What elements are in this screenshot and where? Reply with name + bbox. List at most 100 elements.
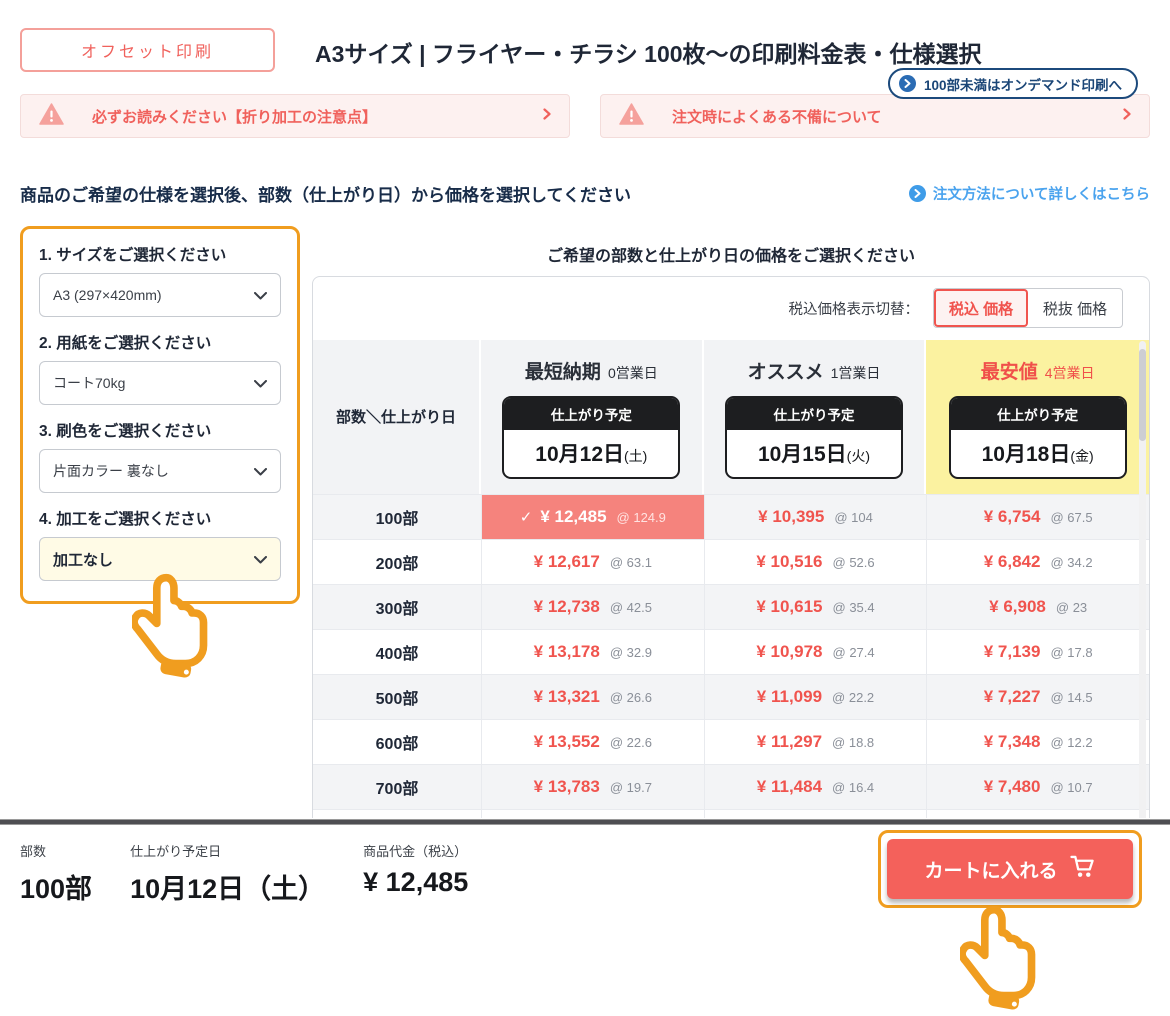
table-row: 700部 ¥ 13,783@ 19.7 ¥ 11,484@ 16.4 ¥ 7,4… [313, 764, 1149, 809]
unit-price: @ 26.6 [610, 690, 652, 705]
finish-date-card: 仕上がり予定 10月12日(土) [502, 396, 680, 479]
hand-pointer-icon [960, 904, 1042, 1016]
finish-date: 10月18日 [982, 443, 1071, 466]
table-row: 200部 ¥ 12,617@ 63.1 ¥ 10,516@ 52.6 ¥ 6,8… [313, 539, 1149, 584]
size-select[interactable]: A3 (297×420mm) [39, 273, 281, 317]
price-cell[interactable]: ¥ 6,754 @ 67.5 [926, 495, 1149, 539]
price-cell[interactable]: ¥ 10,516@ 52.6 [704, 540, 927, 584]
column-header-cheapest: 最安値4営業日 仕上がり予定 10月18日(金) [926, 340, 1149, 494]
notice-order-defects[interactable]: 注文時によくある不備について [600, 94, 1150, 138]
summary-finish-date-value: 10月12日（土） [130, 867, 325, 906]
unit-price: @ 104 [834, 510, 873, 525]
price-value: ¥ 11,099 [757, 687, 822, 707]
price-value: ¥ 13,321 [534, 687, 600, 707]
scrollbar-thumb[interactable] [1139, 349, 1146, 441]
print-color-select[interactable]: 片面カラー 裏なし [39, 449, 281, 493]
add-to-cart-label: カートに入れる [924, 856, 1057, 883]
finish-date-card: 仕上がり予定 10月15日(火) [725, 396, 903, 479]
column-days: 0営業日 [608, 365, 658, 381]
price-cell[interactable]: ¥ 11,297 @ 18.8 [704, 720, 927, 764]
table-row: 100部 ✓ ¥ 12,485 @ 124.9 ¥ 10,395 @ 104 ¥… [313, 494, 1149, 539]
unit-price: @ 16.4 [832, 780, 874, 795]
price-cell-selected[interactable]: ✓ ¥ 12,485 @ 124.9 [481, 495, 704, 539]
price-cell[interactable]: ¥ 13,321 @ 26.6 [481, 675, 704, 719]
price-cell[interactable]: ¥ 13,783@ 19.7 [481, 765, 704, 809]
unit-price: @ 22.2 [832, 690, 874, 705]
spec-label: 4. 加工をご選択ください [39, 507, 281, 529]
tax-excluded-option[interactable]: 税抜 価格 [1028, 289, 1122, 327]
spec-label: 2. 用紙をご選択ください [39, 331, 281, 353]
unit-price: @ 27.4 [833, 645, 875, 660]
price-cell[interactable]: ¥ 12,738@ 42.5 [481, 585, 704, 629]
price-cell[interactable]: ¥ 10,615@ 35.4 [704, 585, 927, 629]
offset-print-category-button[interactable]: オフセット印刷 [20, 28, 275, 72]
price-cell[interactable]: ¥ 13,552@ 22.6 [481, 720, 704, 764]
order-method-link[interactable]: 注文方法について詳しくはこちら [909, 183, 1150, 204]
finish-date-card-label: 仕上がり予定 [951, 398, 1125, 430]
price-cell[interactable]: ¥ 7,480@ 10.7 [926, 765, 1149, 809]
cart-button-highlight: カートに入れる [878, 830, 1142, 908]
table-scrollbar[interactable] [1139, 341, 1146, 850]
instruction-text: 商品のご希望の仕様を選択後、部数（仕上がり日）から価格を選択してください [20, 181, 631, 206]
quantity-cell: 700部 [313, 765, 481, 809]
price-table-box: 税込価格表示切替： 税込 価格 税抜 価格 部数＼仕上がり日 最短納期0営業日 … [312, 276, 1150, 855]
unit-price: @ 52.6 [833, 555, 875, 570]
price-value: ¥ 10,395 [758, 507, 824, 527]
table-row: 400部 ¥ 13,178@ 32.9 ¥ 10,978@ 27.4 ¥ 7,1… [313, 629, 1149, 674]
summary-quantity-label: 部数 [20, 841, 92, 860]
price-value: ¥ 13,178 [534, 642, 600, 662]
price-value: ¥ 7,227 [984, 687, 1041, 707]
price-cell[interactable]: ¥ 7,139@ 17.8 [926, 630, 1149, 674]
spec-label: 1. サイズをご選択ください [39, 243, 281, 265]
price-value: ¥ 11,297 [757, 732, 822, 752]
column-days: 4営業日 [1045, 365, 1095, 381]
ondemand-print-link[interactable]: 100部未満はオンデマンド印刷へ [888, 68, 1138, 99]
price-cell[interactable]: ¥ 6,842@ 34.2 [926, 540, 1149, 584]
spec-group-paper: 2. 用紙をご選択ください コート70kg [39, 331, 281, 405]
price-cell[interactable]: ¥ 10,978 @ 27.4 [704, 630, 927, 674]
price-cell[interactable]: ¥ 7,348@ 12.2 [926, 720, 1149, 764]
add-to-cart-button[interactable]: カートに入れる [887, 839, 1133, 899]
table-row: 300部 ¥ 12,738@ 42.5 ¥ 10,615@ 35.4 ¥ 6,9… [313, 584, 1149, 629]
price-cell[interactable]: ¥ 6,908@ 23 [926, 585, 1149, 629]
unit-price: @ 35.4 [833, 600, 875, 615]
unit-price: @ 18.8 [832, 735, 874, 750]
spec-group-color: 3. 刷色をご選択ください 片面カラー 裏なし [39, 419, 281, 493]
table-header-row: 部数＼仕上がり日 最短納期0営業日 仕上がり予定 10月12日(土) オススメ1… [313, 340, 1149, 494]
price-table-area: ご希望の部数と仕上がり日の価格をご選択ください 税込価格表示切替： 税込 価格 … [312, 226, 1150, 855]
column-name: オススメ [748, 362, 824, 383]
cart-zone: カートに入れる [878, 830, 1142, 908]
price-cell[interactable]: ¥ 13,178@ 32.9 [481, 630, 704, 674]
summary-price-value: ¥ 12,485 [363, 867, 468, 898]
main-content: 1. サイズをご選択ください A3 (297×420mm) 2. 用紙をご選択く… [20, 226, 1150, 855]
price-value: ¥ 7,348 [984, 732, 1041, 752]
unit-price: @ 17.8 [1050, 645, 1092, 660]
tax-included-option[interactable]: 税込 価格 [934, 289, 1028, 327]
arrow-circle-icon [899, 75, 916, 92]
price-cell[interactable]: ¥ 11,099 @ 22.2 [704, 675, 927, 719]
price-cell[interactable]: ¥ 7,227 @ 14.5 [926, 675, 1149, 719]
finish-date-card-label: 仕上がり予定 [504, 398, 678, 430]
sticky-summary-footer: 部数 100部 仕上がり予定日 10月12日（土） 商品代金（税込） ¥ 12,… [0, 818, 1170, 993]
unit-price: @ 14.5 [1050, 690, 1092, 705]
ondemand-link-label: 100部未満はオンデマンド印刷へ [924, 74, 1122, 94]
paper-select-value: コート70kg [53, 373, 125, 393]
price-value: ¥ 12,738 [534, 597, 600, 617]
cart-icon [1070, 855, 1096, 884]
tax-toggle: 税込 価格 税抜 価格 [933, 288, 1123, 328]
price-cell[interactable]: ¥ 11,484@ 16.4 [704, 765, 927, 809]
notice-folding-caution[interactable]: 必ずお読みください【折り加工の注意点】 [20, 94, 570, 138]
corner-header-cell: 部数＼仕上がり日 [313, 340, 481, 494]
unit-price: @ 124.9 [617, 510, 666, 525]
summary-price: 商品代金（税込） ¥ 12,485 [363, 841, 468, 898]
finish-weekday: (土) [624, 448, 647, 464]
price-cell[interactable]: ¥ 12,617@ 63.1 [481, 540, 704, 584]
price-value: ¥ 6,842 [984, 552, 1041, 572]
price-value: ¥ 10,978 [756, 642, 822, 662]
price-value: ¥ 6,754 [984, 507, 1041, 527]
paper-select[interactable]: コート70kg [39, 361, 281, 405]
order-method-link-label: 注文方法について詳しくはこちら [933, 183, 1150, 204]
instruction-row: 商品のご希望の仕様を選択後、部数（仕上がり日）から価格を選択してください 注文方… [20, 181, 1150, 206]
price-cell[interactable]: ¥ 10,395 @ 104 [704, 495, 927, 539]
finish-weekday: (金) [1070, 448, 1093, 464]
